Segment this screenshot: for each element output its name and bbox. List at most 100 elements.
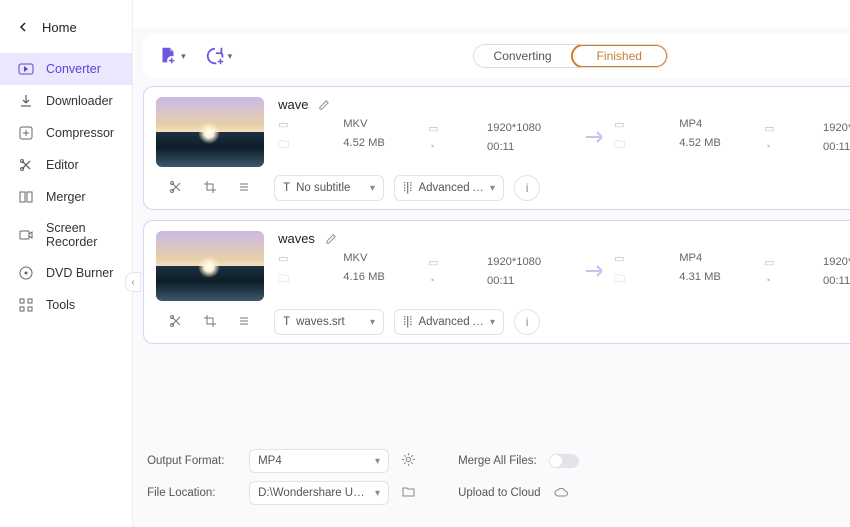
info-icon[interactable]: i xyxy=(514,309,540,335)
dst-res: 1920*1080 xyxy=(823,256,850,269)
tools-icon xyxy=(18,297,34,313)
bottom-bar: Output Format: MP4▾ Merge All Files: Fil… xyxy=(133,439,850,527)
crop-icon[interactable] xyxy=(203,314,217,331)
sidebar-item-label: Merger xyxy=(46,190,86,204)
chevron-down-icon: ▾ xyxy=(181,51,186,62)
src-res: 1920*1080 xyxy=(487,122,578,135)
edit-icon[interactable] xyxy=(318,98,331,111)
collapse-handle[interactable]: ‹ xyxy=(125,272,141,292)
tab-finished[interactable]: Finished xyxy=(571,44,668,68)
sidebar-item-screen-recorder[interactable]: Screen Recorder xyxy=(0,213,132,257)
src-dur: 00:11 xyxy=(487,141,578,153)
more-icon[interactable] xyxy=(237,180,251,197)
thumbnail[interactable] xyxy=(156,97,264,167)
home-label: Home xyxy=(42,20,77,35)
chevron-down-icon: ▾ xyxy=(490,183,495,194)
clock-icon: ◔ xyxy=(764,275,778,287)
file-list: wave ▭MKV 🗀4.52 MB ▭1920*1080 ◔00:11 xyxy=(133,78,850,352)
file-location-value: D:\Wondershare UniConverter 1 xyxy=(258,487,369,499)
file-location-select[interactable]: D:\Wondershare UniConverter 1 ▾ xyxy=(249,481,389,505)
cloud-icon[interactable] xyxy=(553,486,569,501)
subtitle-icon: T xyxy=(283,182,290,194)
chevron-down-icon: ▾ xyxy=(490,317,495,328)
resolution-icon: ▭ xyxy=(428,122,442,135)
top-panel: ▾ ▾ Converting Finished High Speed Conve… xyxy=(143,34,850,78)
subtitle-value: waves.srt xyxy=(296,316,364,328)
trim-icon[interactable] xyxy=(169,314,183,331)
main: ‹ ▾ ▾ Converting Finished xyxy=(133,0,850,527)
sidebar-item-tools[interactable]: Tools xyxy=(0,289,132,321)
tab-converting[interactable]: Converting xyxy=(474,45,572,67)
refresh-add-button[interactable]: ▾ xyxy=(204,45,233,67)
clock-icon: ◔ xyxy=(428,275,442,287)
sidebar-item-label: Editor xyxy=(46,158,79,172)
audio-value: Advanced Audi... xyxy=(418,316,484,328)
sidebar-item-label: Converter xyxy=(46,62,101,76)
thumbnail[interactable] xyxy=(156,231,264,301)
sidebar-item-merger[interactable]: Merger xyxy=(0,181,132,213)
compressor-icon xyxy=(18,125,34,141)
subtitle-select[interactable]: TNo subtitle▾ xyxy=(274,175,384,201)
folder-icon: 🗀 xyxy=(614,271,628,290)
resolution-icon: ▭ xyxy=(764,256,778,269)
back-icon xyxy=(18,20,28,35)
converter-icon xyxy=(18,61,34,77)
sidebar-item-downloader[interactable]: Downloader xyxy=(0,85,132,117)
dst-format: MP4 xyxy=(679,118,764,131)
sidebar-item-converter[interactable]: Converter xyxy=(0,53,132,85)
clock-icon: ◔ xyxy=(428,141,442,153)
sidebar: Home Converter Downloader Compressor Edi… xyxy=(0,0,133,527)
sidebar-item-editor[interactable]: Editor xyxy=(0,149,132,181)
chevron-down-icon: ▾ xyxy=(375,488,380,499)
dst-dur: 00:11 xyxy=(823,141,850,153)
audio-icon: ⁞|⁞ xyxy=(403,316,412,328)
output-format-value: MP4 xyxy=(258,455,369,467)
dst-size: 4.52 MB xyxy=(679,137,764,156)
subtitle-select[interactable]: Twaves.srt▾ xyxy=(274,309,384,335)
add-file-button[interactable]: ▾ xyxy=(157,45,186,67)
arrow-icon xyxy=(578,263,614,279)
sidebar-item-compressor[interactable]: Compressor xyxy=(0,117,132,149)
src-format: MKV xyxy=(343,252,428,265)
info-icon[interactable]: i xyxy=(514,175,540,201)
open-folder-icon[interactable] xyxy=(401,484,416,502)
src-dur: 00:11 xyxy=(487,275,578,287)
src-res: 1920*1080 xyxy=(487,256,578,269)
upload-label: Upload to Cloud xyxy=(458,487,540,499)
edit-icon[interactable] xyxy=(325,232,338,245)
video-icon: ▭ xyxy=(278,118,292,131)
recorder-icon xyxy=(18,227,34,243)
file-name: wave xyxy=(278,97,308,112)
trim-icon[interactable] xyxy=(169,180,183,197)
audio-select[interactable]: ⁞|⁞ Advanced Audi... ▾ xyxy=(394,309,504,335)
sidebar-item-dvd-burner[interactable]: DVD Burner xyxy=(0,257,132,289)
dst-size: 4.31 MB xyxy=(679,271,764,290)
merge-toggle[interactable] xyxy=(549,454,579,468)
audio-select[interactable]: ⁞|⁞Advanced Audi...▾ xyxy=(394,175,504,201)
status-segment: Converting Finished xyxy=(473,44,668,68)
output-gear-icon[interactable] xyxy=(401,452,416,470)
home-nav[interactable]: Home xyxy=(0,14,132,49)
editor-icon xyxy=(18,157,34,173)
refresh-add-icon xyxy=(204,45,226,67)
file-card: wave ▭MKV 🗀4.52 MB ▭1920*1080 ◔00:11 xyxy=(143,86,850,210)
clock-icon: ◔ xyxy=(764,141,778,153)
arrow-icon xyxy=(578,129,614,145)
file-add-icon xyxy=(157,45,179,67)
crop-icon[interactable] xyxy=(203,180,217,197)
sidebar-item-label: DVD Burner xyxy=(46,266,113,280)
sidebar-item-label: Compressor xyxy=(46,126,114,140)
chevron-down-icon: ▾ xyxy=(370,183,375,194)
video-icon: ▭ xyxy=(614,252,628,265)
dvd-icon xyxy=(18,265,34,281)
file-location-label: File Location: xyxy=(147,487,237,499)
src-size: 4.52 MB xyxy=(343,137,428,156)
dst-dur: 00:11 xyxy=(823,275,850,287)
folder-icon: 🗀 xyxy=(278,271,292,290)
resolution-icon: ▭ xyxy=(428,256,442,269)
more-icon[interactable] xyxy=(237,314,251,331)
dst-res: 1920*1080 xyxy=(823,122,850,135)
folder-icon: 🗀 xyxy=(278,137,292,156)
output-format-label: Output Format: xyxy=(147,455,237,467)
output-format-select[interactable]: MP4▾ xyxy=(249,449,389,473)
